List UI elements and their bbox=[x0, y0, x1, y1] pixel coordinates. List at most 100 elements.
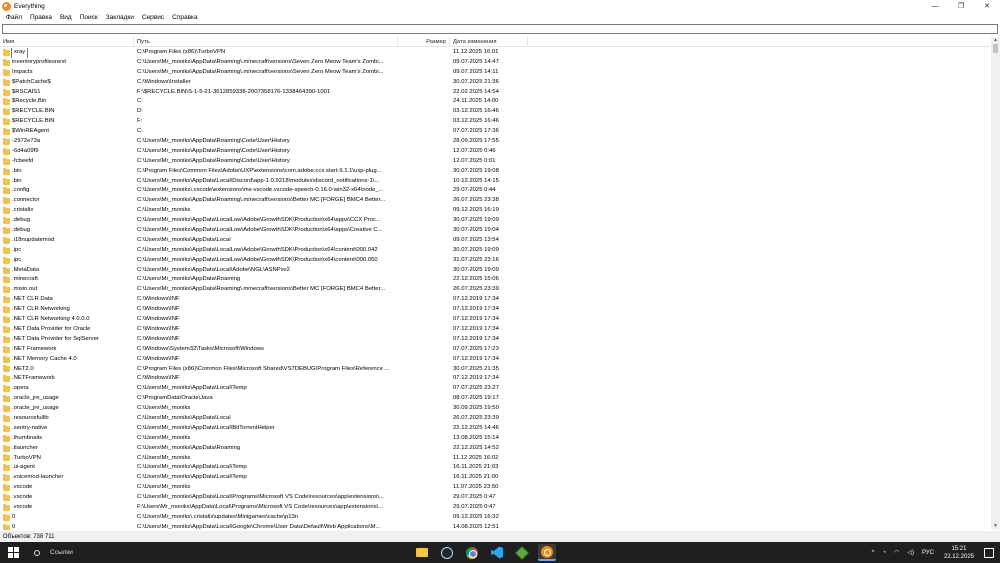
table-row[interactable]: -2972e73a C:\Users\Mr_moniks\AppData\Roam… bbox=[0, 137, 990, 147]
file-name: Impacts bbox=[12, 68, 33, 75]
menu-view[interactable]: Вид bbox=[56, 14, 76, 21]
table-row[interactable]: .NET Framework C:\Windows\System32\Tasks\… bbox=[0, 345, 990, 355]
table-row[interactable]: -fcbeefd C:\Users\Mr_moniks\AppData\Roami… bbox=[0, 157, 990, 167]
tray-clock[interactable]: 15:21 22.12.2025 bbox=[944, 545, 974, 561]
file-name: .NETFramework bbox=[12, 375, 55, 382]
table-row[interactable]: Impacts C:\Users\Mr_moniks\AppData\Roamin… bbox=[0, 68, 990, 78]
table-row[interactable]: .bin C:\Users\Mr_moniks\AppData\Local\Dis… bbox=[0, 177, 990, 187]
table-row[interactable]: xray C:\Program Files (x86)\TurboVPN 11.12… bbox=[0, 48, 990, 58]
cell-path: C:\Windows\INF bbox=[137, 316, 180, 323]
start-button[interactable] bbox=[6, 546, 20, 560]
table-row[interactable]: .NET CLR Data C:\Windows\INF 07.12.2019 17… bbox=[0, 295, 990, 305]
table-row[interactable]: .mixin.out C:\Users\Mr_moniks\AppData\Roa… bbox=[0, 285, 990, 295]
table-row[interactable]: .resourcefullib C:\Users\Mr_moniks\AppDat… bbox=[0, 414, 990, 424]
taskbar-file-explorer[interactable] bbox=[413, 544, 431, 561]
tray-overflow-chevron-icon[interactable]: ^ bbox=[872, 550, 875, 556]
table-row[interactable]: .vscode C:\Users\Mr_moniks 11.07.2025 23:5… bbox=[0, 483, 990, 493]
cell-date: 07.07.2025 17:23 bbox=[453, 345, 499, 352]
tray-time: 15:21 bbox=[951, 545, 967, 552]
tray-wifi-icon[interactable]: ◠ bbox=[894, 549, 899, 556]
table-row[interactable]: .TurboVPN C:\Users\Mr_moniks 11.12.2025 16… bbox=[0, 454, 990, 464]
menu-bookmarks[interactable]: Закладки bbox=[102, 14, 138, 21]
file-name: .voicemod-launcher bbox=[12, 474, 64, 481]
taskbar-chrome[interactable] bbox=[463, 544, 481, 561]
scroll-thumb[interactable] bbox=[993, 44, 998, 53]
table-row[interactable]: .NET Data Provider for Oracle C:\Windows\… bbox=[0, 325, 990, 335]
tray-network-icon[interactable]: ◔ bbox=[882, 550, 886, 556]
table-row[interactable]: .sentry-native C:\Users\Mr_moniks\AppData… bbox=[0, 424, 990, 434]
tray-language[interactable]: РУС bbox=[922, 550, 934, 556]
table-row[interactable]: .bin C:\Program Files\Common Files\Adobe\… bbox=[0, 167, 990, 177]
column-header-date[interactable]: Дата изменения bbox=[450, 37, 528, 47]
status-bar: Объектов: 738 711 bbox=[0, 531, 1000, 542]
taskbar-everything[interactable] bbox=[538, 544, 556, 561]
file-name: 0 bbox=[12, 523, 16, 530]
menu-tools[interactable]: Сервис bbox=[138, 14, 168, 21]
table-row[interactable]: .opera C:\Users\Mr_moniks\AppData\Local\T… bbox=[0, 384, 990, 394]
cell-name: .vscode bbox=[0, 503, 134, 513]
menu-edit[interactable]: Правка bbox=[26, 14, 56, 21]
file-name: .sentry-native bbox=[12, 424, 48, 431]
table-row[interactable]: .NET Memory Cache 4.0 C:\Windows\INF 07.12… bbox=[0, 355, 990, 365]
table-row[interactable]: -6d4a09f9 C:\Users\Mr_moniks\AppData\Roam… bbox=[0, 147, 990, 157]
tray-volume-icon[interactable]: ◁) bbox=[907, 549, 914, 556]
file-name: .thumbnails bbox=[12, 434, 43, 441]
table-row[interactable]: $Recycle.Bin C: 24.11.2025 14:00 bbox=[0, 97, 990, 107]
table-row[interactable]: .ipc C:\Users\Mr_moniks\AppData\LocalLow\… bbox=[0, 256, 990, 266]
table-row[interactable]: .oracle_jre_usage C:\ProgramData\Oracle\J… bbox=[0, 394, 990, 404]
results-list: Имя Путь Размер Дата изменения xray C:\Pr… bbox=[0, 37, 1000, 530]
table-row[interactable]: $RECYCLE.BIN F: 03.12.2025 16:46 bbox=[0, 117, 990, 127]
taskbar-minecraft[interactable] bbox=[513, 544, 531, 561]
cell-date: 30.07.2025 19:04 bbox=[453, 227, 499, 234]
table-row[interactable]: .i18nupdatemod C:\Users\Mr_moniks\AppData… bbox=[0, 236, 990, 246]
table-row[interactable]: .NETFramework C:\Windows\INF 07.12.2019 17… bbox=[0, 374, 990, 384]
table-row[interactable]: .NET Data Provider for SqlServer C:\Windo… bbox=[0, 335, 990, 345]
cell-name: .MetaData bbox=[0, 266, 134, 276]
table-row[interactable]: .ui-agent C:\Users\Mr_moniks\AppData\Loca… bbox=[0, 463, 990, 473]
table-row[interactable]: .thumbnails C:\Users\Mr_moniks 13.08.2025 … bbox=[0, 434, 990, 444]
table-row[interactable]: .connector C:\Users\Mr_moniks\AppData\Roa… bbox=[0, 196, 990, 206]
table-row[interactable]: .debug C:\Users\Mr_moniks\AppData\LocalLo… bbox=[0, 216, 990, 226]
taskbar-steam[interactable] bbox=[438, 544, 456, 561]
table-row[interactable]: inventoryprofilesnext C:\Users\Mr_moniks\… bbox=[0, 58, 990, 68]
table-row[interactable]: 0 C:\Users\Mr_moniks\AppData\Local\Google… bbox=[0, 523, 990, 530]
table-row[interactable]: .vscode C:\Users\Mr_moniks\AppData\Local\… bbox=[0, 493, 990, 503]
minimize-button[interactable]: — bbox=[922, 0, 948, 12]
table-row[interactable]: .debug C:\Users\Mr_moniks\AppData\LocalLo… bbox=[0, 226, 990, 236]
table-row[interactable]: .minecraft C:\Users\Mr_moniks\AppData\Roa… bbox=[0, 275, 990, 285]
table-row[interactable]: .voicemod-launcher C:\Users\Mr_moniks\App… bbox=[0, 473, 990, 483]
table-row[interactable]: .NET2.0 C:\Program Files (x86)\Common Fil… bbox=[0, 365, 990, 375]
table-row[interactable]: $WinREAgent C: 07.07.2025 17:36 bbox=[0, 127, 990, 137]
table-row[interactable]: .NET CLR Networking 4.0.0.0 C:\Windows\IN… bbox=[0, 315, 990, 325]
scroll-down-arrow-icon[interactable]: ▼ bbox=[991, 523, 1000, 530]
table-row[interactable]: 0 C:\Users\Mr_moniks\.cristalix\updates\M… bbox=[0, 513, 990, 523]
file-name: xray bbox=[10, 48, 29, 58]
table-row[interactable]: .NET CLR Networking C:\Windows\INF 07.12.2… bbox=[0, 305, 990, 315]
table-row[interactable]: .tlauncher C:\Users\Mr_moniks\AppData\Roa… bbox=[0, 444, 990, 454]
taskbar-vscode[interactable] bbox=[488, 544, 506, 561]
close-button[interactable]: ✕ bbox=[974, 0, 1000, 12]
taskbar-search[interactable]: Ссылки bbox=[34, 549, 73, 556]
table-row[interactable]: $RSCAIS1 F:\$RECYCLE.BIN\S-1-5-21-3612859… bbox=[0, 88, 990, 98]
table-row[interactable]: .vscode F:\Users\Mr_moniks\AppData\Local\… bbox=[0, 503, 990, 513]
table-row[interactable]: .ipc C:\Users\Mr_moniks\AppData\LocalLow\… bbox=[0, 246, 990, 256]
table-row[interactable]: .cristalix C:\Users\Mr_moniks 09.12.2025 1… bbox=[0, 206, 990, 216]
menu-help[interactable]: Справка bbox=[168, 14, 202, 21]
notification-icon[interactable] bbox=[984, 547, 994, 558]
table-row[interactable]: .oracle_jre_usage C:\Users\Mr_moniks 30.09… bbox=[0, 404, 990, 414]
menu-file[interactable]: Файл bbox=[2, 14, 26, 21]
table-row[interactable]: .MetaData C:\Users\Mr_moniks\AppData\Loca… bbox=[0, 266, 990, 276]
maximize-button[interactable]: ❐ bbox=[948, 0, 974, 12]
table-row[interactable]: .config C:\Users\Mr_moniks\.vscode\extens… bbox=[0, 186, 990, 196]
column-header-name[interactable]: Имя bbox=[0, 37, 134, 47]
table-row[interactable]: $RECYCLE.BIN D: 03.12.2025 16:46 bbox=[0, 107, 990, 117]
cell-path: C:\Users\Mr_moniks\AppData\Roaming\Code\… bbox=[137, 157, 290, 164]
column-header-path[interactable]: Путь bbox=[134, 37, 398, 47]
scroll-up-arrow-icon[interactable]: ▲ bbox=[991, 37, 1000, 44]
file-name: .resourcefullib bbox=[12, 414, 49, 421]
search-input[interactable] bbox=[3, 25, 997, 33]
vertical-scrollbar[interactable]: ▲ ▼ bbox=[991, 37, 1000, 530]
table-row[interactable]: $PatchCache$ C:\Windows\Installer 30.07.20… bbox=[0, 78, 990, 88]
menu-search[interactable]: Поиск bbox=[76, 14, 102, 21]
column-header-size[interactable]: Размер bbox=[398, 37, 450, 47]
